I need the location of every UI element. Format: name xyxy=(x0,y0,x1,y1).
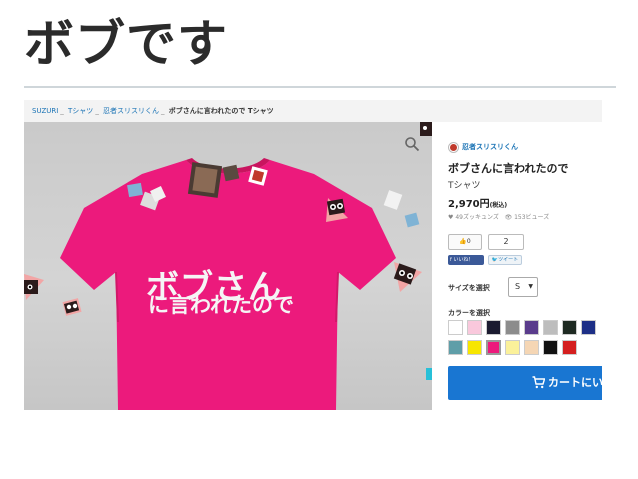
like-count-box: 2 xyxy=(488,234,524,250)
like-button[interactable]: 👍0 xyxy=(448,234,482,250)
color-label: カラーを選択 xyxy=(448,309,490,317)
breadcrumb-link-suzuri[interactable]: SUZURI xyxy=(32,107,58,115)
heart-icon: ♥ xyxy=(448,214,454,221)
sticker-fragment xyxy=(426,368,432,380)
facebook-icon: f xyxy=(450,257,452,263)
thumbs-up-icon: 👍 xyxy=(459,238,467,245)
size-selected-value: S xyxy=(515,282,521,291)
suzuri-product-screenshot: SUZURI _ Tシャツ _ 忍者スリスリくん _ ボブさんに言われたので Tシャツ xyxy=(24,100,602,410)
ninja-character xyxy=(24,274,44,300)
color-swatch[interactable] xyxy=(505,320,520,335)
product-price: 2,970円(税込) xyxy=(448,195,507,210)
size-select[interactable]: S ▼ xyxy=(508,277,538,297)
likes-stat: 49ズッキュンズ xyxy=(455,214,499,221)
color-swatch[interactable] xyxy=(581,320,596,335)
color-swatch[interactable] xyxy=(448,320,463,335)
product-image[interactable]: ボブさん に言われたので xyxy=(24,122,432,410)
views-stat: 153ビューズ xyxy=(514,214,550,221)
product-title: ボブさんに言われたので xyxy=(448,162,569,175)
size-label: サイズを選択 xyxy=(448,284,490,292)
color-swatch[interactable] xyxy=(524,340,539,355)
price-tax-note: (税込) xyxy=(489,202,508,209)
breadcrumb: SUZURI _ Tシャツ _ 忍者スリスリくん _ ボブさんに言われたので Tシャツ xyxy=(24,100,602,122)
breadcrumb-link-shop[interactable]: 忍者スリスリくん xyxy=(103,107,159,115)
add-to-cart-label: カートにい xyxy=(548,376,602,389)
breadcrumb-link-tshirt[interactable]: Tシャツ xyxy=(68,107,93,115)
ninja-character xyxy=(393,262,422,292)
photo-sticker xyxy=(222,164,240,182)
color-swatch[interactable] xyxy=(467,340,482,355)
tweet-button[interactable]: 🐦ツイート xyxy=(488,255,522,265)
shop-avatar xyxy=(448,141,459,153)
photo-sticker xyxy=(383,190,403,210)
color-swatch[interactable] xyxy=(562,320,577,335)
add-to-cart-button[interactable]: カートにい xyxy=(448,366,602,400)
color-swatch[interactable] xyxy=(505,340,520,355)
shirt-print-line2: に言われたので xyxy=(148,293,294,317)
tweet-button-label: ツイート xyxy=(498,257,519,263)
product-info-panel: 忍者スリスリくん ボブさんに言われたので Tシャツ 2,970円(税込) ♥ 4… xyxy=(448,136,602,410)
ninja-character xyxy=(420,122,432,136)
color-swatch[interactable] xyxy=(524,320,539,335)
magnifier-icon[interactable] xyxy=(404,136,420,152)
ninja-character xyxy=(62,298,82,316)
color-swatch[interactable] xyxy=(562,340,577,355)
eye-icon: 👁 xyxy=(504,214,513,221)
color-swatch[interactable] xyxy=(543,320,558,335)
cart-icon xyxy=(532,376,545,389)
breadcrumb-current: ボブさんに言われたので Tシャツ xyxy=(168,107,274,115)
product-stats: ♥ 49ズッキュンズ 👁 153ビューズ xyxy=(448,212,549,221)
facebook-button-label: いいね！ xyxy=(453,257,474,263)
like-button-count: 0 xyxy=(466,238,471,245)
shop-link[interactable]: 忍者スリスリくん xyxy=(448,141,518,153)
chevron-down-icon: ▼ xyxy=(528,283,533,290)
color-swatch[interactable] xyxy=(486,340,501,355)
color-swatch[interactable] xyxy=(543,340,558,355)
facebook-like-button[interactable]: f いいね！ xyxy=(448,255,484,265)
photo-sticker xyxy=(127,182,143,198)
title-divider xyxy=(24,86,616,88)
slide-title: ボブです xyxy=(24,15,228,73)
shop-name[interactable]: 忍者スリスリくん xyxy=(462,142,518,152)
color-swatch[interactable] xyxy=(486,320,501,335)
product-type: Tシャツ xyxy=(448,181,481,191)
color-swatch[interactable] xyxy=(448,340,463,355)
price-value: 2,970円 xyxy=(448,199,490,210)
color-swatch[interactable] xyxy=(467,320,482,335)
